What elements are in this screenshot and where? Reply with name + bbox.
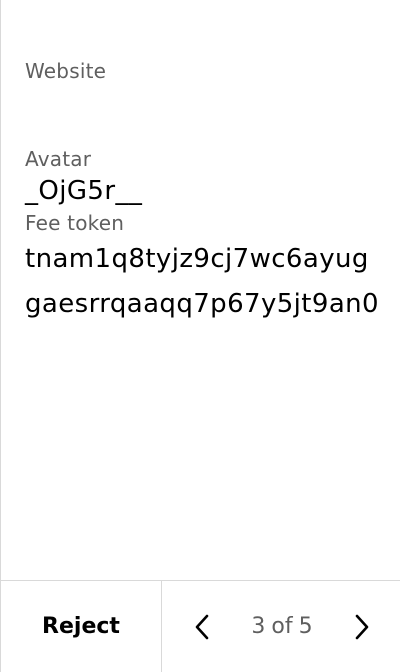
reject-button[interactable]: Reject bbox=[1, 581, 161, 672]
page-indicator: 3 of 5 bbox=[222, 581, 342, 672]
field-list: Website Avatar _OjG5r__ Fee token tnam1q… bbox=[25, 57, 385, 327]
chevron-right-icon bbox=[355, 614, 369, 640]
website-label: Website bbox=[25, 59, 107, 83]
avatar-value: _OjG5r__ bbox=[25, 176, 143, 206]
footer-bar: Reject 3 of 5 bbox=[1, 580, 400, 672]
previous-page-button[interactable] bbox=[182, 607, 222, 647]
fee-token-value: tnam1q8tyjz9cj7wc6ayuggaesrrqaaqq7p67y5j… bbox=[25, 244, 379, 319]
page-current: 3 bbox=[251, 614, 266, 639]
page-total: 5 bbox=[298, 614, 313, 639]
chevron-left-icon bbox=[195, 614, 209, 640]
fee-token-label: Fee token bbox=[25, 211, 125, 235]
avatar-label: Avatar bbox=[25, 147, 92, 171]
pager: 3 of 5 bbox=[162, 581, 400, 672]
page-separator: of bbox=[271, 614, 293, 639]
next-page-button[interactable] bbox=[342, 607, 382, 647]
review-panel: Website Avatar _OjG5r__ Fee token tnam1q… bbox=[0, 0, 400, 672]
